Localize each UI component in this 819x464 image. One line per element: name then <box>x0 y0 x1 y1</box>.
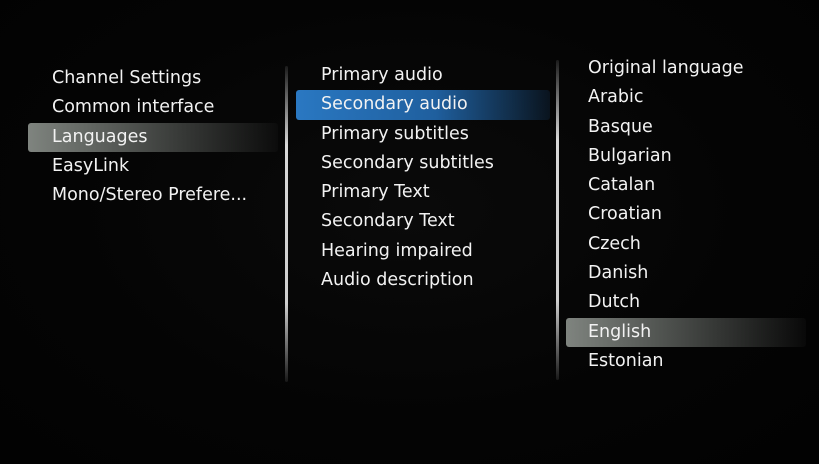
language-option-bulgarian[interactable]: Bulgarian <box>566 142 806 171</box>
language-option-original[interactable]: Original language <box>566 54 806 83</box>
language-option-catalan[interactable]: Catalan <box>566 171 806 200</box>
language-option-estonian[interactable]: Estonian <box>566 347 806 376</box>
menu-item-hearing-impaired[interactable]: Hearing impaired <box>296 237 550 266</box>
menu-item-secondary-subtitles[interactable]: Secondary subtitles <box>296 149 550 178</box>
menu-level2: Primary audio Secondary audio Primary su… <box>296 61 550 295</box>
menu-item-easylink[interactable]: EasyLink <box>28 152 278 181</box>
menu-item-audio-description[interactable]: Audio description <box>296 266 550 295</box>
menu-item-mono-stereo-preference[interactable]: Mono/Stereo Prefere... <box>28 181 278 210</box>
column-divider-2 <box>556 60 559 380</box>
language-option-basque[interactable]: Basque <box>566 113 806 142</box>
menu-item-secondary-text[interactable]: Secondary Text <box>296 207 550 236</box>
tv-settings-screen: Channel Settings Common interface Langua… <box>0 0 819 464</box>
menu-item-common-interface[interactable]: Common interface <box>28 93 278 122</box>
menu-item-primary-audio[interactable]: Primary audio <box>296 61 550 90</box>
menu-item-channel-settings[interactable]: Channel Settings <box>28 64 278 93</box>
language-option-czech[interactable]: Czech <box>566 230 806 259</box>
menu-item-primary-text[interactable]: Primary Text <box>296 178 550 207</box>
language-option-arabic[interactable]: Arabic <box>566 83 806 112</box>
language-option-danish[interactable]: Danish <box>566 259 806 288</box>
menu-level1: Channel Settings Common interface Langua… <box>28 64 278 210</box>
menu-item-secondary-audio[interactable]: Secondary audio <box>296 90 550 120</box>
menu-level3: Original language Arabic Basque Bulgaria… <box>566 54 806 376</box>
language-option-croatian[interactable]: Croatian <box>566 200 806 229</box>
language-option-english[interactable]: English <box>566 317 806 347</box>
column-divider-1 <box>285 66 288 382</box>
menu-item-primary-subtitles[interactable]: Primary subtitles <box>296 120 550 149</box>
language-option-dutch[interactable]: Dutch <box>566 288 806 317</box>
menu-item-languages[interactable]: Languages <box>28 122 278 152</box>
